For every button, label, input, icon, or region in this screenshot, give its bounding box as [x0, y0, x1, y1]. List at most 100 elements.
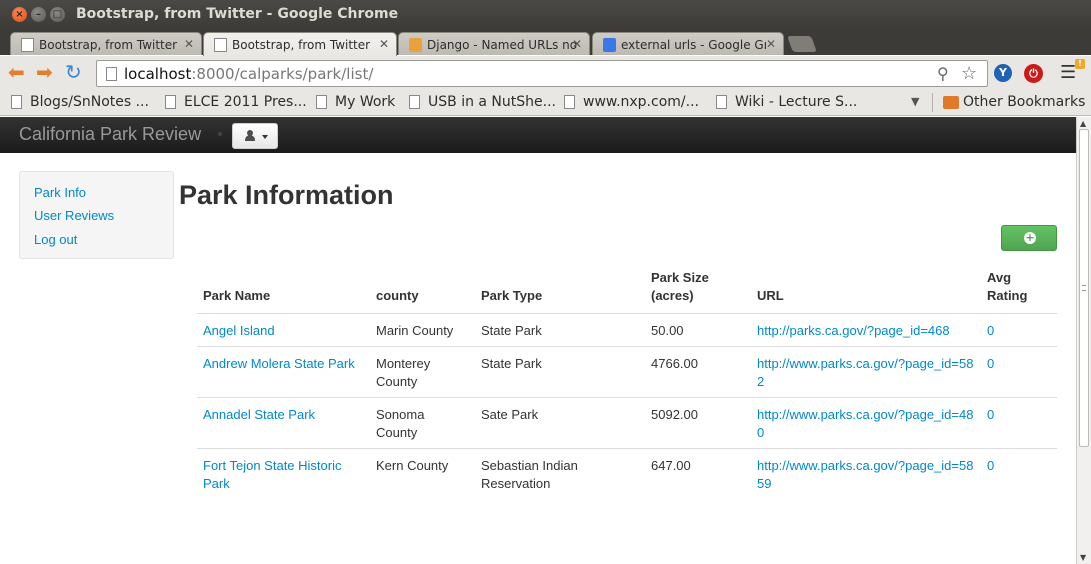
add-park-button[interactable]: + [1001, 225, 1057, 251]
reload-icon[interactable]: ↻ [65, 62, 82, 82]
table-row: Fort Tejon State Historic Park Kern Coun… [197, 448, 1057, 499]
table-row: Annadel State Park Sonoma County Sate Pa… [197, 397, 1057, 449]
tab-bootstrap-1[interactable]: Bootstrap, from Twitter ✕ [10, 32, 202, 56]
browser-toolbar: ⬅ ➡ ↻ localhost:8000/calparks/park/list/… [0, 55, 1091, 90]
tab-label: Bootstrap, from Twitter [39, 38, 178, 52]
header-county: county [376, 288, 419, 303]
tab-label: Django - Named URLs not [427, 38, 577, 52]
park-type-cell: Sate Park [475, 397, 645, 449]
url-text[interactable]: localhost:8000/calparks/park/list/ [124, 65, 373, 83]
park-type-cell: State Park [475, 346, 645, 398]
sidebar-nav: Park Info User Reviews Log out [19, 171, 174, 259]
new-tab-button[interactable] [787, 36, 817, 52]
close-icon[interactable]: ✕ [766, 37, 776, 51]
window-close-button[interactable]: × [12, 7, 27, 22]
page-icon [716, 95, 727, 109]
chevron-down-icon[interactable]: ▼ [911, 95, 919, 108]
extension-adblock-icon[interactable]: ⏻ [1024, 64, 1043, 83]
rating-link[interactable]: 0 [987, 458, 994, 473]
park-size-cell: 5092.00 [645, 397, 751, 449]
caret-down-icon [262, 135, 268, 139]
bookmark-star-icon[interactable]: ☆ [961, 63, 977, 84]
parks-table: Park Name county Park Type Park Size (acr… [197, 265, 1057, 499]
park-size-cell: 4766.00 [645, 346, 751, 398]
page-icon [106, 67, 117, 81]
park-name-link[interactable]: Angel Island [203, 323, 275, 338]
county-cell: Monterey County [370, 346, 475, 398]
back-arrow-icon[interactable]: ⬅ [8, 62, 25, 82]
scrollbar-thumb[interactable] [1079, 129, 1089, 447]
tab-google-groups[interactable]: external urls - Google Gro ✕ [592, 32, 784, 56]
close-icon[interactable]: ✕ [379, 37, 389, 51]
bookmarks-bar: Blogs/SnNotes ... ELCE 2011 Pres... My W… [0, 90, 1091, 116]
bookmark-item[interactable]: www.nxp.com/... [564, 94, 699, 110]
grip-icon [1082, 285, 1086, 291]
tab-label: external urls - Google Gro [621, 38, 766, 52]
sidebar-item-log-out[interactable]: Log out [34, 232, 77, 247]
sidebar-item-park-info[interactable]: Park Info [34, 185, 86, 200]
user-icon [245, 130, 255, 141]
table-row: Andrew Molera State Park Monterey County… [197, 346, 1057, 398]
window-minimize-button[interactable]: – [31, 7, 46, 22]
park-type-cell: Sebastian Indian Reservation [475, 448, 645, 499]
park-name-link[interactable]: Annadel State Park [203, 407, 315, 422]
park-type-cell: State Park [475, 313, 645, 347]
scroll-down-icon[interactable]: ▼ [1080, 553, 1086, 562]
update-badge-icon: ! [1075, 59, 1085, 69]
forward-arrow-icon[interactable]: ➡ [36, 62, 53, 82]
header-url: URL [757, 288, 784, 303]
park-name-link[interactable]: Fort Tejon State Historic Park [203, 458, 341, 491]
top-navbar: California Park Review [0, 117, 1076, 153]
page-icon [21, 38, 34, 52]
county-cell: Sonoma County [370, 397, 475, 449]
park-name-link[interactable]: Andrew Molera State Park [203, 356, 355, 371]
header-park-type: Park Type [481, 288, 543, 303]
bookmark-item[interactable]: ELCE 2011 Pres... [165, 94, 307, 110]
divider [218, 132, 222, 136]
tab-django[interactable]: Django - Named URLs not ✕ [398, 32, 590, 56]
window-titlebar: × – □ Bootstrap, from Twitter - Google C… [0, 0, 1091, 30]
close-icon[interactable]: ✕ [572, 37, 582, 51]
other-bookmarks-folder[interactable]: Other Bookmarks [943, 94, 1085, 110]
chrome-menu-icon[interactable]: ☰ [1060, 64, 1076, 82]
page-icon [316, 95, 327, 109]
brand-link[interactable]: California Park Review [19, 124, 201, 145]
extension-y-icon[interactable]: Y [994, 64, 1012, 82]
page-viewport: California Park Review Park Info User Re… [0, 117, 1076, 564]
plus-sign-icon: + [1024, 231, 1036, 244]
bookmark-item[interactable]: Blogs/SnNotes ... [11, 94, 149, 110]
page-icon [165, 95, 176, 109]
table-header-row: Park Name county Park Type Park Size (acr… [197, 265, 1057, 314]
user-dropdown-button[interactable] [232, 123, 278, 149]
park-url-link[interactable]: http://www.parks.ca.gov/?page_id=480 [757, 407, 973, 440]
table-row: Angel Island Marin County State Park 50.… [197, 313, 1057, 347]
tab-strip: Bootstrap, from Twitter ✕ Bootstrap, fro… [0, 30, 1091, 56]
park-url-link[interactable]: http://www.parks.ca.gov/?page_id=5859 [757, 458, 973, 491]
rating-link[interactable]: 0 [987, 407, 994, 422]
park-url-link[interactable]: http://www.parks.ca.gov/?page_id=582 [757, 356, 973, 389]
search-icon[interactable]: ⚲ [937, 64, 949, 83]
tab-label: Bootstrap, from Twitter [232, 38, 371, 52]
bookmark-item[interactable]: Wiki - Lecture S... [716, 94, 857, 110]
sidebar-item-user-reviews[interactable]: User Reviews [34, 208, 114, 223]
rating-link[interactable]: 0 [987, 356, 994, 371]
window-title: Bootstrap, from Twitter - Google Chrome [76, 6, 399, 22]
bookmark-item[interactable]: My Work [316, 94, 395, 110]
header-park-size: Park Size (acres) [651, 270, 709, 303]
county-cell: Kern County [370, 448, 475, 499]
vertical-scrollbar[interactable]: ▲ ▼ [1076, 117, 1091, 564]
folder-icon [943, 96, 959, 109]
rating-link[interactable]: 0 [987, 323, 994, 338]
park-url-link[interactable]: http://parks.ca.gov/?page_id=468 [757, 323, 950, 338]
window-maximize-button[interactable]: □ [50, 7, 65, 22]
address-bar[interactable]: localhost:8000/calparks/park/list/ ⚲ ☆ [96, 60, 988, 87]
page-icon [214, 38, 227, 52]
tab-bootstrap-2[interactable]: Bootstrap, from Twitter ✕ [203, 32, 397, 56]
header-park-name: Park Name [203, 288, 271, 303]
scroll-up-icon[interactable]: ▲ [1080, 119, 1086, 128]
page-icon [564, 95, 575, 109]
park-size-cell: 647.00 [645, 448, 751, 499]
page-title: Park Information [179, 180, 394, 210]
bookmark-item[interactable]: USB in a NutShe... [409, 94, 556, 110]
close-icon[interactable]: ✕ [184, 37, 194, 51]
